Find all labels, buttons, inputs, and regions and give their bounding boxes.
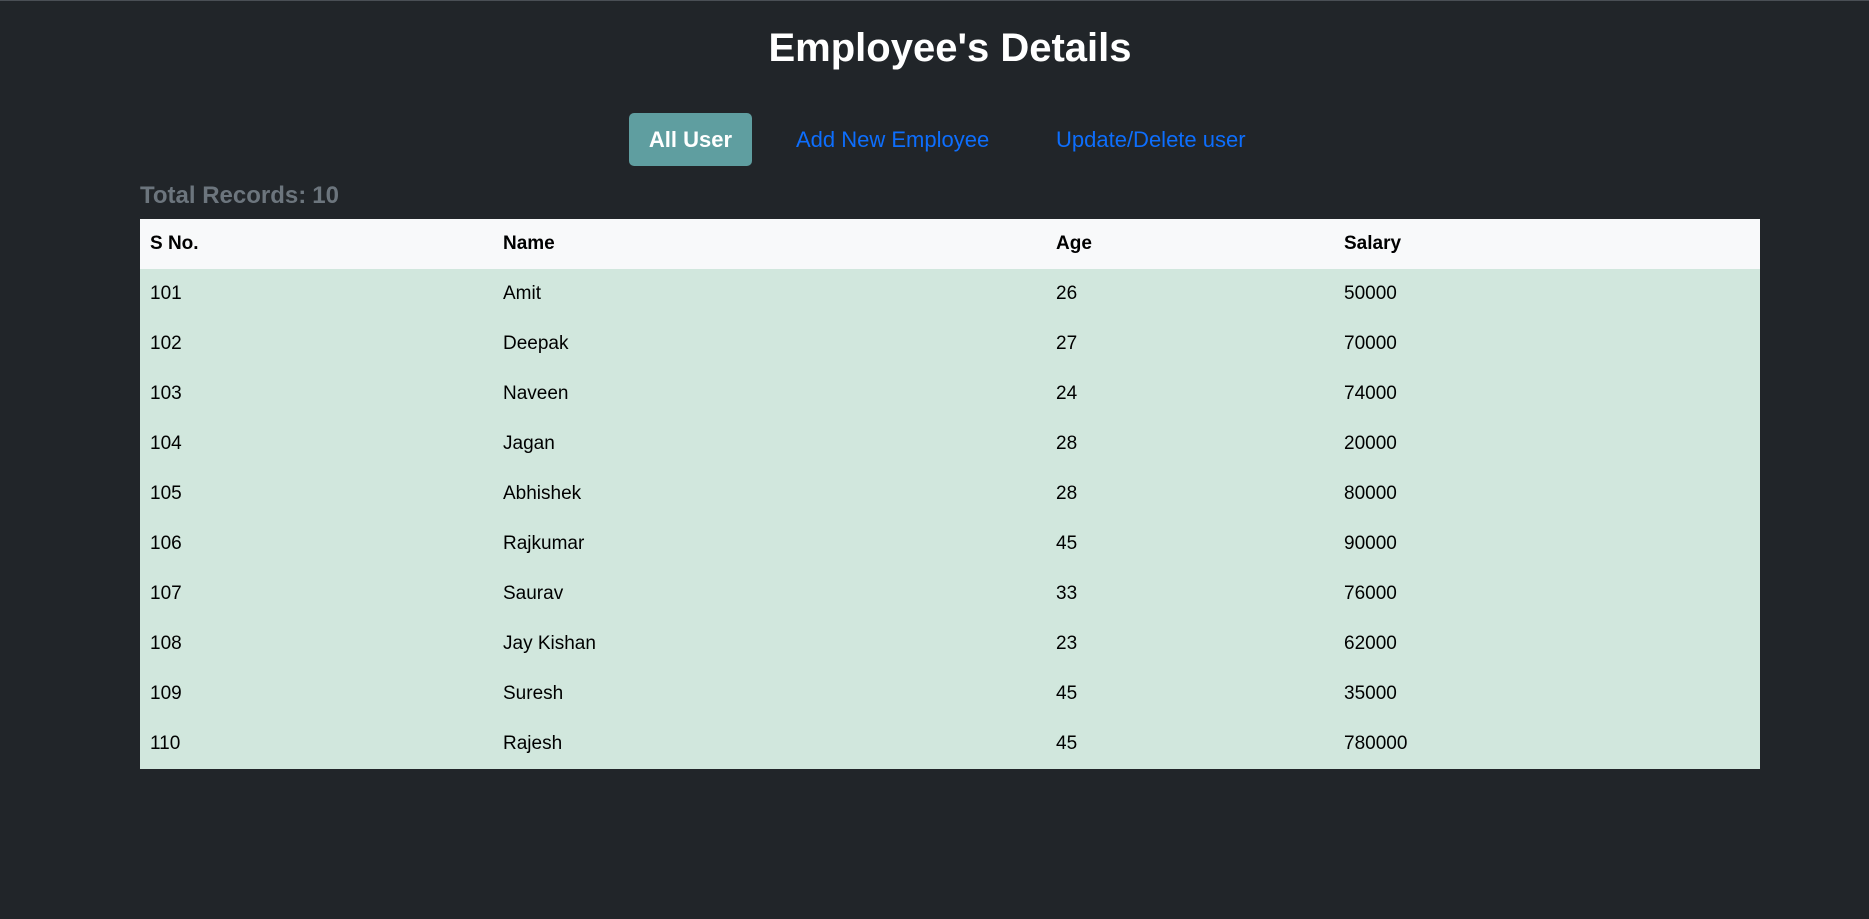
cell-age: 28 — [1056, 483, 1078, 504]
cell-name: Jagan — [503, 433, 555, 454]
cell-age: 26 — [1056, 283, 1078, 304]
cell-sno: 106 — [150, 533, 182, 554]
table-row: 108 Jay Kishan 23 62000 — [140, 619, 1760, 669]
cell-salary: 90000 — [1344, 533, 1397, 554]
cell-salary: 62000 — [1344, 633, 1397, 654]
table-row: 110 Rajesh 45 780000 — [140, 719, 1760, 769]
page-title: Employee's Details — [768, 26, 1132, 70]
cell-sno: 107 — [150, 583, 182, 604]
cell-salary: 74000 — [1344, 383, 1397, 404]
cell-sno: 103 — [150, 383, 182, 404]
table-row: 101 Amit 26 50000 — [140, 269, 1760, 319]
table-row: 106 Rajkumar 45 90000 — [140, 519, 1760, 569]
cell-age: 28 — [1056, 433, 1078, 454]
cell-age: 24 — [1056, 383, 1078, 404]
cell-name: Jay Kishan — [503, 633, 596, 654]
cell-sno: 108 — [150, 633, 182, 654]
cell-sno: 105 — [150, 483, 182, 504]
table-row: 102 Deepak 27 70000 — [140, 319, 1760, 369]
header-row: S No. Name Age Salary — [140, 219, 1760, 269]
table-row: 103 Naveen 24 74000 — [140, 369, 1760, 419]
cell-name: Amit — [503, 283, 541, 304]
header-sno: S No. — [150, 233, 199, 254]
nav-bar: All User Add New Employee Update/Delete … — [0, 113, 1869, 166]
table-row: 104 Jagan 28 20000 — [140, 419, 1760, 469]
cell-name: Rajesh — [503, 733, 563, 754]
cell-sno: 110 — [150, 733, 181, 754]
table-body: 101 Amit 26 50000 102 Deepak 27 70000 10… — [140, 269, 1760, 769]
employee-table: S No. Name Age Salary 101 Amit 26 50000 … — [140, 219, 1760, 769]
cell-sno: 109 — [150, 683, 182, 704]
cell-name: Naveen — [503, 383, 569, 404]
table-row: 109 Suresh 45 35000 — [140, 669, 1760, 719]
cell-salary: 76000 — [1344, 583, 1397, 604]
employee-details-page: Employee's Details All User Add New Empl… — [0, 0, 1869, 919]
table-row: 105 Abhishek 28 80000 — [140, 469, 1760, 519]
header-name: Name — [503, 233, 555, 254]
cell-age: 45 — [1056, 533, 1078, 554]
total-records-label: Total Records: — [140, 182, 307, 209]
cell-age: 33 — [1056, 583, 1078, 604]
cell-sno: 101 — [150, 283, 182, 304]
cell-salary: 80000 — [1344, 483, 1397, 504]
update-delete-user-link[interactable]: Update/Delete user — [1056, 113, 1246, 166]
cell-sno: 102 — [150, 333, 182, 354]
table-header: S No. Name Age Salary — [140, 219, 1760, 269]
cell-salary: 70000 — [1344, 333, 1397, 354]
cell-age: 45 — [1056, 733, 1078, 754]
cell-name: Deepak — [503, 333, 569, 354]
header-salary: Salary — [1344, 233, 1402, 254]
cell-salary: 35000 — [1344, 683, 1397, 704]
cell-name: Abhishek — [503, 483, 582, 504]
cell-salary: 50000 — [1344, 283, 1397, 304]
cell-salary: 780000 — [1344, 733, 1408, 754]
total-records: Total Records: 10 — [140, 181, 339, 211]
all-user-button[interactable]: All User — [629, 113, 752, 166]
cell-name: Suresh — [503, 683, 564, 704]
header-age: Age — [1056, 233, 1092, 254]
add-new-employee-link[interactable]: Add New Employee — [796, 113, 989, 166]
cell-age: 27 — [1056, 333, 1078, 354]
total-records-count: 10 — [312, 182, 339, 209]
table-row: 107 Saurav 33 76000 — [140, 569, 1760, 619]
cell-age: 45 — [1056, 683, 1078, 704]
cell-name: Rajkumar — [503, 533, 585, 554]
cell-sno: 104 — [150, 433, 182, 454]
cell-age: 23 — [1056, 633, 1078, 654]
cell-name: Saurav — [503, 583, 564, 604]
cell-salary: 20000 — [1344, 433, 1397, 454]
